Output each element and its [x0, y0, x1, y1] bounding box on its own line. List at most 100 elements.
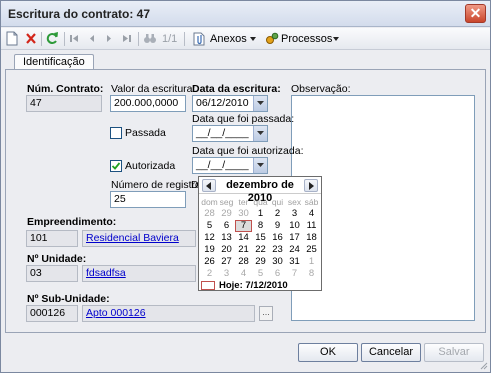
anexos-menu-button[interactable]: Anexos [193, 31, 259, 47]
toolbar: 1/1 Anexos Processos [1, 28, 490, 50]
anexos-label: Anexos [210, 33, 247, 45]
calendar-day[interactable]: 29 [252, 256, 269, 268]
calendar-weekday-4: qui [271, 197, 284, 207]
calendar-day[interactable]: 24 [286, 244, 303, 256]
toolbar-separator [184, 32, 185, 46]
sub-unidade-link[interactable]: Apto 000126 [86, 307, 146, 319]
calendar-day[interactable]: 21 [235, 244, 252, 256]
calendar-today-button[interactable]: Hoje: 7/12/2010 [201, 280, 288, 291]
data-escritura-value: 06/12/2010 [196, 97, 249, 109]
calendar-day[interactable]: 1 [252, 208, 269, 220]
num-contrato-label: Núm. Contrato: [27, 83, 104, 95]
calendar-day[interactable]: 11 [303, 220, 320, 232]
checkmark-icon [111, 162, 121, 170]
calendar-day[interactable]: 8 [303, 268, 320, 280]
calendar-day[interactable]: 14 [235, 232, 252, 244]
calendar-day[interactable]: 4 [235, 268, 252, 280]
last-record-icon[interactable] [122, 31, 132, 47]
calendar-day[interactable]: 7 [286, 268, 303, 280]
binoculars-icon[interactable] [143, 31, 157, 47]
calendar-day[interactable]: 7 [235, 220, 252, 232]
save-button[interactable]: Salvar [424, 343, 484, 362]
calendar-day[interactable]: 9 [269, 220, 286, 232]
chevron-right-icon [309, 182, 314, 190]
calendar-day[interactable]: 23 [269, 244, 286, 256]
resize-grip-icon[interactable] [478, 360, 488, 370]
calendar-next-button[interactable] [304, 179, 318, 192]
ok-button[interactable]: OK [298, 343, 358, 362]
calendar-day[interactable]: 16 [269, 232, 286, 244]
calendar-weekday-2: ter [238, 197, 249, 207]
date-dropdown-button[interactable] [253, 96, 267, 111]
refresh-icon[interactable] [46, 31, 59, 47]
calendar-day[interactable]: 30 [269, 256, 286, 268]
calendar-week-row: 2345678 [201, 268, 321, 280]
unidade-name-field: fdsadfsa [82, 265, 196, 282]
calendar-weekday-5: sex [287, 197, 302, 207]
date-dropdown-button[interactable] [253, 126, 267, 141]
data-passada-label: Data que foi passada: [192, 113, 295, 125]
calendar-day[interactable]: 19 [201, 244, 218, 256]
data-passada-picker[interactable]: __/__/____ [192, 125, 268, 142]
close-button[interactable]: ✕ [465, 4, 486, 23]
calendar-day[interactable]: 10 [286, 220, 303, 232]
previous-record-icon[interactable] [88, 31, 96, 47]
sub-unidade-code-field: 000126 [26, 305, 78, 322]
calendar-prev-button[interactable] [202, 179, 216, 192]
calendar-day[interactable]: 17 [286, 232, 303, 244]
close-icon: ✕ [469, 5, 482, 21]
calendar-weekday-3: qua [253, 197, 268, 207]
calendar-day[interactable]: 5 [201, 220, 218, 232]
unidade-link[interactable]: fdsadfsa [86, 267, 126, 279]
calendar-day[interactable]: 12 [201, 232, 218, 244]
calendar-day[interactable]: 18 [303, 232, 320, 244]
window-title: Escritura do contrato: 47 [8, 7, 151, 21]
calendar-day[interactable]: 3 [218, 268, 235, 280]
calendar-day[interactable]: 3 [286, 208, 303, 220]
calendar-day[interactable]: 5 [252, 268, 269, 280]
calendar-day[interactable]: 29 [218, 208, 235, 220]
sub-unidade-lookup-button[interactable]: ... [259, 306, 273, 321]
calendar-day[interactable]: 4 [303, 208, 320, 220]
calendar-day[interactable]: 28 [201, 208, 218, 220]
calendar-day[interactable]: 1 [303, 256, 320, 268]
data-autorizada-picker[interactable]: __/__/____ [192, 157, 268, 174]
chevron-left-icon [206, 182, 211, 190]
calendar-day[interactable]: 28 [235, 256, 252, 268]
calendar-header: dezembro de 2010 [199, 177, 321, 204]
new-document-icon[interactable] [6, 31, 18, 47]
valor-escritura-input[interactable]: 200.000,0000 [110, 95, 186, 112]
passada-checkbox[interactable] [110, 127, 122, 139]
calendar-day[interactable]: 2 [201, 268, 218, 280]
next-record-icon[interactable] [105, 31, 113, 47]
calendar-day[interactable]: 6 [269, 268, 286, 280]
calendar-day[interactable]: 8 [252, 220, 269, 232]
first-record-icon[interactable] [69, 31, 79, 47]
numero-registro-input[interactable]: 25 [110, 191, 186, 208]
autorizada-checkbox[interactable] [110, 160, 122, 172]
date-dropdown-button[interactable] [253, 158, 267, 173]
calendar-week-row: 5 6 7 8 9 10 11 [201, 220, 321, 232]
calendar-day[interactable]: 26 [201, 256, 218, 268]
cancel-button[interactable]: Cancelar [361, 343, 421, 362]
calendar-day[interactable]: 6 [218, 220, 235, 232]
calendar-day[interactable]: 25 [303, 244, 320, 256]
title-bar: Escritura do contrato: 47 ✕ [1, 1, 490, 27]
calendar-week-row: 12 13 14 15 16 17 18 [201, 232, 321, 244]
dialog-window: Escritura do contrato: 47 ✕ 1/1 Anexos P… [0, 0, 491, 373]
calendar-week-row: 19 20 21 22 23 24 25 [201, 244, 321, 256]
calendar-day[interactable]: 13 [218, 232, 235, 244]
data-escritura-picker[interactable]: 06/12/2010 [192, 95, 268, 112]
calendar-day[interactable]: 22 [252, 244, 269, 256]
calendar-day[interactable]: 15 [252, 232, 269, 244]
calendar-day[interactable]: 31 [286, 256, 303, 268]
tab-identificacao[interactable]: Identificação [14, 54, 94, 70]
delete-icon[interactable] [25, 31, 37, 47]
calendar-day[interactable]: 27 [218, 256, 235, 268]
calendar-day[interactable]: 20 [218, 244, 235, 256]
calendar-day[interactable]: 2 [269, 208, 286, 220]
page-indicator: 1/1 [162, 33, 178, 45]
calendar-day[interactable]: 30 [235, 208, 252, 220]
empreendimento-link[interactable]: Residencial Baviera [86, 232, 179, 244]
processos-menu-button[interactable]: Processos [265, 31, 339, 47]
